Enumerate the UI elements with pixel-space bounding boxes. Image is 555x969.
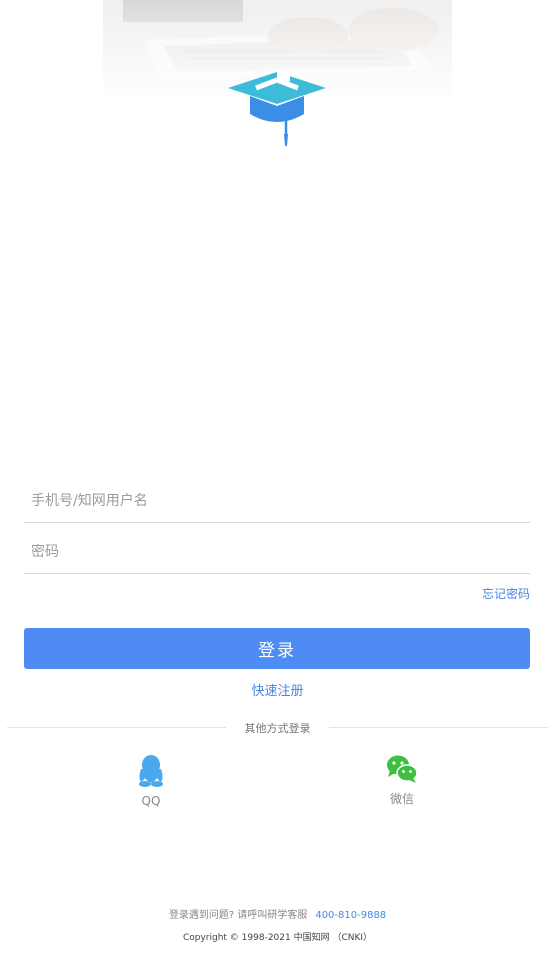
support-phone-link[interactable]: 400-810-9888 [315, 910, 386, 921]
wechat-login-button[interactable]: 微信 [372, 754, 432, 807]
wechat-label: 微信 [389, 792, 414, 806]
copyright-text: Copyright © 1998-2021 中国知网 （CNKI） [182, 933, 373, 943]
username-input[interactable] [24, 479, 530, 522]
password-field-container [24, 530, 530, 574]
forgot-password-link[interactable]: 忘记密码 [482, 585, 530, 602]
cnki-logo-graduation-cap-icon [228, 70, 326, 146]
footer-help: 登录遇到问题? 请呼叫研学客服 400-810-9888 [0, 906, 555, 921]
wechat-icon [387, 755, 418, 783]
help-text: 登录遇到问题? 请呼叫研学客服 [168, 910, 308, 921]
username-field-container [24, 479, 530, 523]
other-login-divider-text: 其他方式登录 [244, 722, 311, 735]
qq-label: QQ [141, 794, 161, 808]
divider-right [329, 727, 548, 728]
quick-register-link[interactable]: 快速注册 [0, 680, 555, 699]
login-button[interactable]: 登录 [24, 628, 530, 669]
qq-login-button[interactable]: QQ [121, 754, 181, 808]
qq-penguin-icon [139, 755, 163, 787]
password-input[interactable] [24, 530, 530, 573]
